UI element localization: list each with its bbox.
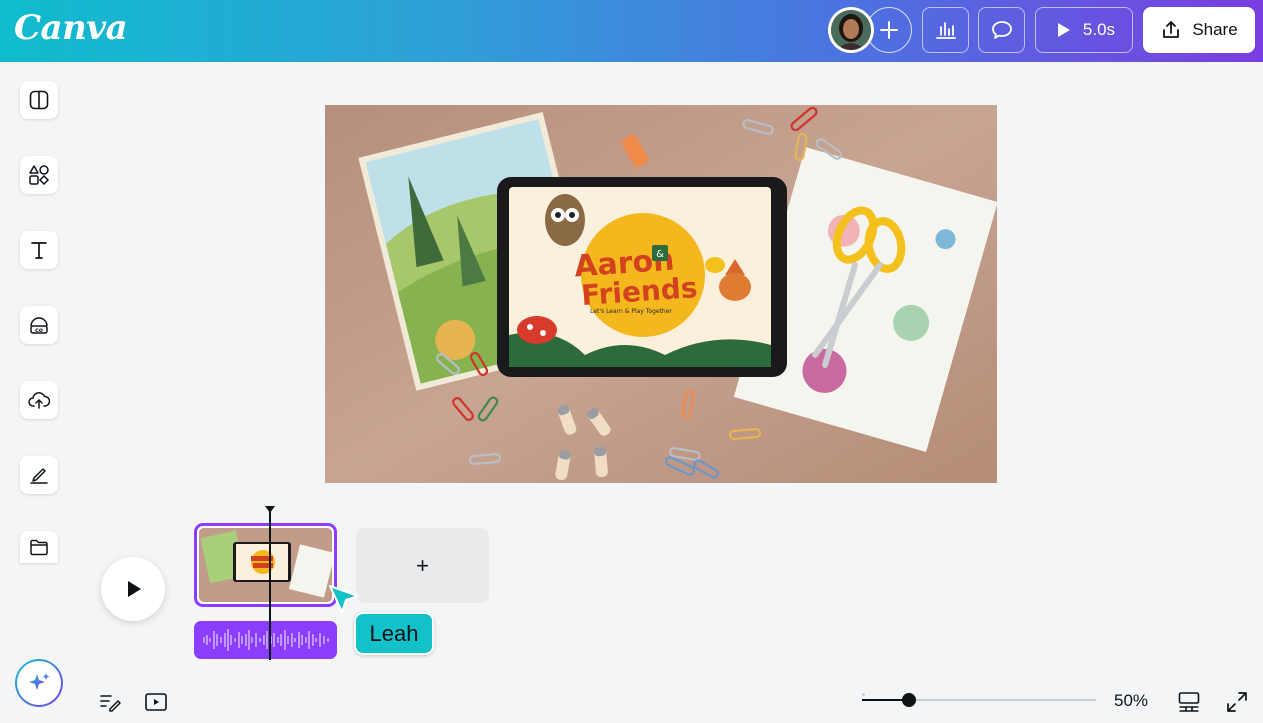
text-icon xyxy=(31,242,47,259)
expand-icon xyxy=(1227,692,1247,712)
zoom-level-label[interactable]: 50% xyxy=(1114,691,1148,711)
magic-ai-button[interactable] xyxy=(15,659,63,707)
folder-icon xyxy=(30,539,48,556)
sidebar-item-uploads[interactable] xyxy=(20,381,58,419)
share-button[interactable]: Share xyxy=(1143,7,1255,53)
audio-waveform xyxy=(203,629,329,651)
sidebar-item-brand[interactable]: co xyxy=(20,306,58,344)
grid-view-icon xyxy=(1178,692,1200,712)
add-page-label: + xyxy=(416,552,429,578)
play-icon xyxy=(128,581,141,597)
share-label: Share xyxy=(1192,20,1238,39)
pen-icon xyxy=(30,468,48,484)
add-page-button[interactable]: + xyxy=(356,528,489,603)
tablet-title-amp: & xyxy=(656,249,664,260)
timeline-clip[interactable] xyxy=(194,523,337,607)
sidebar-item-design[interactable] xyxy=(20,81,58,119)
svg-text:co: co xyxy=(35,327,43,334)
sidebar-item-projects[interactable] xyxy=(20,531,58,563)
collaborator-cursor-label: Leah xyxy=(354,612,434,655)
present-fullscreen-button[interactable] xyxy=(144,690,168,714)
insights-button[interactable] xyxy=(922,7,969,53)
shapes-icon xyxy=(29,165,50,186)
present-button[interactable]: 5.0s xyxy=(1035,7,1133,53)
sparkle-icon xyxy=(29,673,50,690)
canvas-photo: Aaron & Friends Let's Learn & Play Toget… xyxy=(325,105,997,483)
brand-kit-icon: co xyxy=(30,317,48,334)
sidebar-item-elements[interactable] xyxy=(20,156,58,194)
design-canvas[interactable]: Aaron & Friends Let's Learn & Play Toget… xyxy=(325,105,997,483)
layout-panel-icon xyxy=(29,90,49,110)
duration-label: 5.0s xyxy=(1082,20,1116,39)
zoom-slider-track[interactable] xyxy=(862,699,1096,701)
fullscreen-button[interactable] xyxy=(1225,690,1249,714)
grid-view-button[interactable] xyxy=(1177,690,1201,714)
cloud-upload-icon xyxy=(28,392,50,409)
play-icon xyxy=(1057,23,1070,37)
user-avatar[interactable] xyxy=(828,7,874,53)
share-upload-icon xyxy=(1163,21,1180,38)
comment-icon xyxy=(991,21,1012,39)
timeline-play-button[interactable] xyxy=(101,557,165,621)
timeline-playhead[interactable] xyxy=(269,512,271,660)
notes-button[interactable] xyxy=(98,690,122,714)
avatar-image xyxy=(831,10,871,50)
top-bar: Canva 5.0s Share xyxy=(0,0,1263,62)
tablet-subtitle: Let's Learn & Play Together xyxy=(590,308,672,315)
clip-thumbnail xyxy=(199,528,332,602)
comments-button[interactable] xyxy=(978,7,1025,53)
present-screen-icon xyxy=(145,693,167,711)
zoom-min-dot xyxy=(862,693,865,696)
zoom-slider-handle[interactable] xyxy=(902,693,917,707)
bar-chart-icon xyxy=(935,22,956,39)
playhead-handle-icon[interactable] xyxy=(264,505,276,514)
sidebar-item-draw[interactable] xyxy=(20,456,58,494)
audio-track[interactable] xyxy=(194,621,337,659)
plus-icon xyxy=(880,21,898,39)
notes-pen-icon xyxy=(100,695,121,712)
canva-logo[interactable]: Canva xyxy=(14,8,128,48)
sidebar-item-text[interactable] xyxy=(20,231,58,269)
